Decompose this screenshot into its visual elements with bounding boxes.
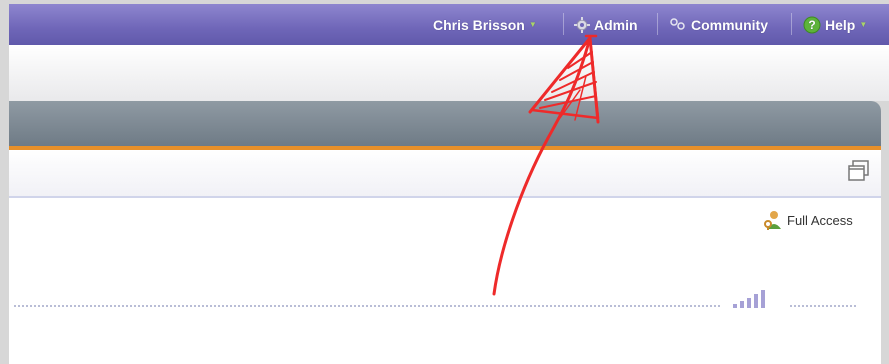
sub-header-bar — [9, 45, 889, 101]
gear-icon — [574, 16, 590, 33]
user-menu[interactable]: Chris Brisson ▼ — [433, 4, 537, 45]
community-icon — [670, 17, 685, 30]
caret-down-icon: ▼ — [859, 20, 868, 29]
right-frame-edge — [881, 101, 889, 364]
panel-toolbar — [9, 150, 881, 198]
full-access-badge[interactable]: Full Access — [762, 209, 853, 231]
top-navigation-bar: Chris Brisson ▼ Admin Community ? Help ▼ — [9, 4, 889, 45]
caret-down-icon: ▼ — [528, 20, 537, 29]
community-label: Community — [691, 16, 768, 33]
panel-content — [9, 198, 881, 364]
help-icon: ? — [803, 16, 821, 33]
nav-divider — [791, 13, 792, 35]
panel-header — [9, 101, 881, 146]
admin-label: Admin — [594, 16, 638, 33]
dotted-separator — [790, 305, 856, 309]
nav-divider — [563, 13, 564, 35]
signal-icon — [733, 290, 765, 308]
full-access-label: Full Access — [787, 212, 853, 228]
maximize-icon[interactable] — [847, 159, 871, 183]
help-menu[interactable]: ? Help ▼ — [803, 4, 867, 45]
svg-text:?: ? — [808, 18, 815, 32]
dotted-separator — [14, 305, 720, 309]
admin-link[interactable]: Admin — [574, 4, 638, 45]
help-label: Help — [825, 16, 856, 33]
user-name: Chris Brisson — [433, 16, 525, 33]
full-access-icon — [764, 211, 781, 230]
community-link[interactable]: Community — [669, 4, 768, 45]
nav-divider — [657, 13, 658, 35]
